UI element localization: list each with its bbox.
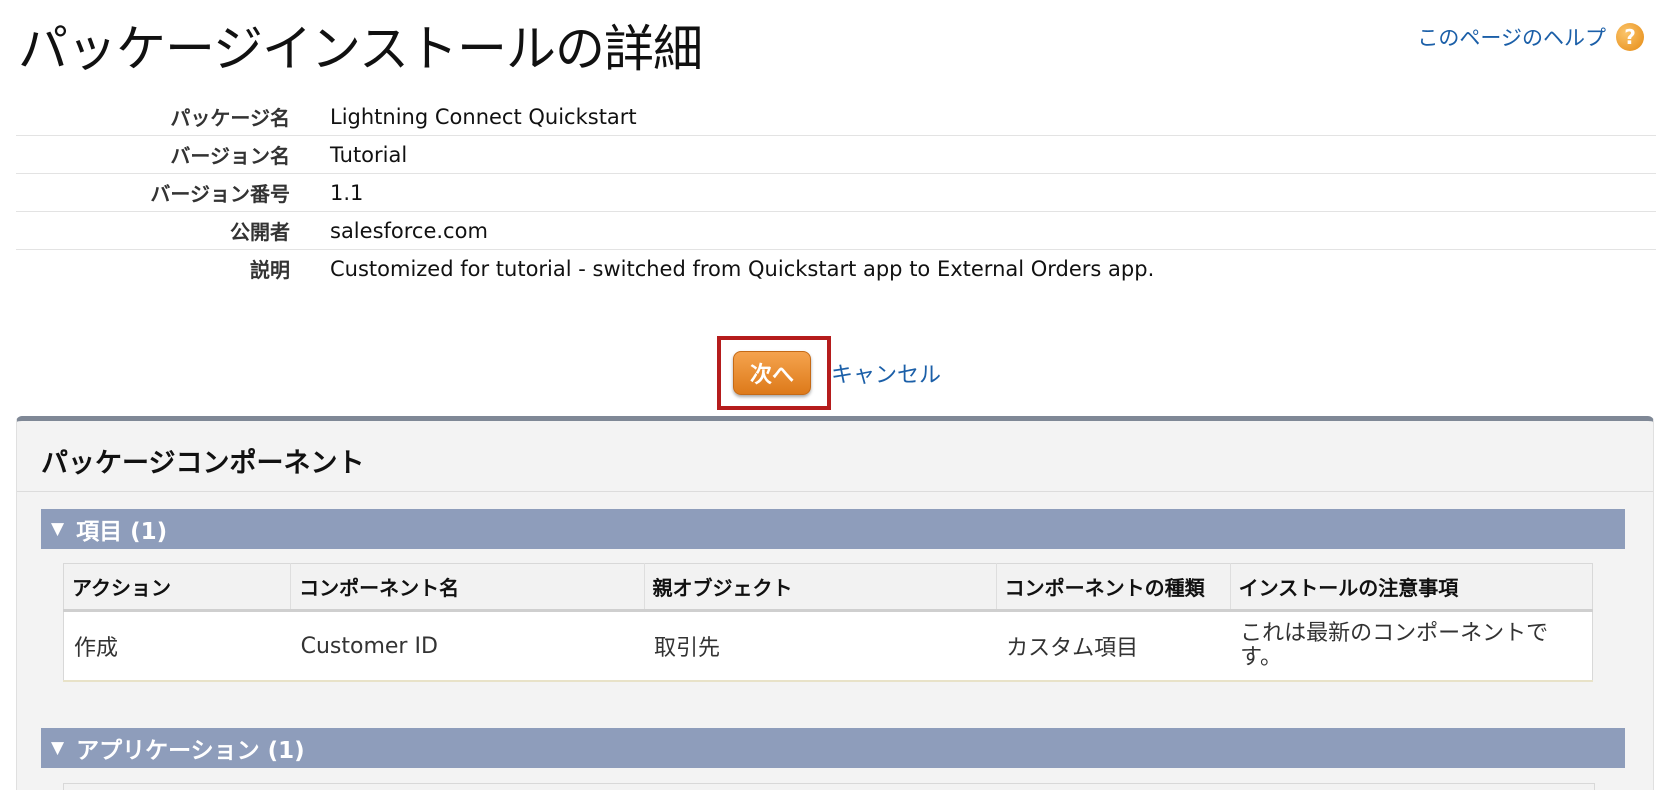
- detail-label: バージョン番号: [150, 182, 290, 206]
- table-header-row: アクション コンポーネント名 親オブジェクト コンポーネントの種類 インストール…: [63, 563, 1593, 612]
- detail-label: 説明: [250, 258, 290, 282]
- detail-value: Tutorial: [330, 142, 408, 167]
- package-components-panel: パッケージコンポーネント ▼ 項目 (1) アクション コンポーネント名 親オブ…: [16, 416, 1654, 790]
- detail-value: Lightning Connect Quickstart: [330, 104, 637, 129]
- section-header-label: 項目 (1): [76, 519, 168, 545]
- cell-component-name: Customer ID: [290, 610, 645, 682]
- column-header-component-name: コンポーネント名: [290, 563, 645, 612]
- page-title: パッケージインストールの詳細: [18, 20, 703, 78]
- cell-action: 作成: [63, 610, 291, 682]
- collapse-triangle-icon[interactable]: ▼: [51, 519, 64, 539]
- help-question-icon[interactable]: ?: [1616, 23, 1644, 51]
- column-header-action: アクション: [63, 563, 292, 612]
- detail-row-package-name: パッケージ名 Lightning Connect Quickstart: [16, 98, 1656, 136]
- detail-label: バージョン名: [170, 144, 290, 168]
- cell-install-notes: これは最新のコンポーネントです。: [1230, 610, 1593, 682]
- section-header-label: アプリケーション (1): [76, 738, 305, 764]
- next-button[interactable]: 次へ: [733, 351, 811, 395]
- panel-title: パッケージコンポーネント: [17, 421, 1653, 492]
- package-detail-table: パッケージ名 Lightning Connect Quickstart バージョ…: [16, 98, 1656, 287]
- section-header-applications[interactable]: ▼ アプリケーション (1): [41, 728, 1625, 768]
- detail-value: Customized for tutorial - switched from …: [330, 256, 1155, 281]
- action-buttons: 次へ キャンセル: [717, 336, 941, 410]
- cancel-link[interactable]: キャンセル: [831, 357, 941, 389]
- help-link[interactable]: このページのヘルプ: [1417, 22, 1606, 52]
- collapse-triangle-icon[interactable]: ▼: [51, 738, 64, 758]
- detail-row-version-name: バージョン名 Tutorial: [16, 136, 1656, 174]
- table-row: 作成 Customer ID 取引先 カスタム項目 これは最新のコンポーネントで…: [63, 610, 1593, 682]
- detail-row-description: 説明 Customized for tutorial - switched fr…: [16, 250, 1656, 287]
- package-install-page: パッケージインストールの詳細 このページのヘルプ ? パッケージ名 Lightn…: [0, 0, 1664, 790]
- detail-label: 公開者: [230, 220, 290, 244]
- components-table: アクション コンポーネント名 親オブジェクト コンポーネントの種類 インストール…: [63, 563, 1593, 682]
- applications-table-header: [63, 783, 1595, 790]
- column-header-component-type: コンポーネントの種類: [996, 563, 1231, 612]
- cell-parent-object: 取引先: [644, 610, 997, 682]
- help-link-container: このページのヘルプ ?: [1417, 22, 1644, 52]
- detail-value: salesforce.com: [330, 218, 488, 243]
- next-button-highlight: 次へ: [717, 336, 831, 410]
- column-header-parent-object: 親オブジェクト: [644, 563, 997, 612]
- section-header-fields[interactable]: ▼ 項目 (1): [41, 509, 1625, 549]
- detail-row-version-number: バージョン番号 1.1: [16, 174, 1656, 212]
- cell-component-type: カスタム項目: [996, 610, 1231, 682]
- detail-value: 1.1: [330, 180, 364, 205]
- detail-label: パッケージ名: [170, 106, 290, 130]
- column-header-install-notes: インストールの注意事項: [1230, 563, 1593, 612]
- detail-row-publisher: 公開者 salesforce.com: [16, 212, 1656, 250]
